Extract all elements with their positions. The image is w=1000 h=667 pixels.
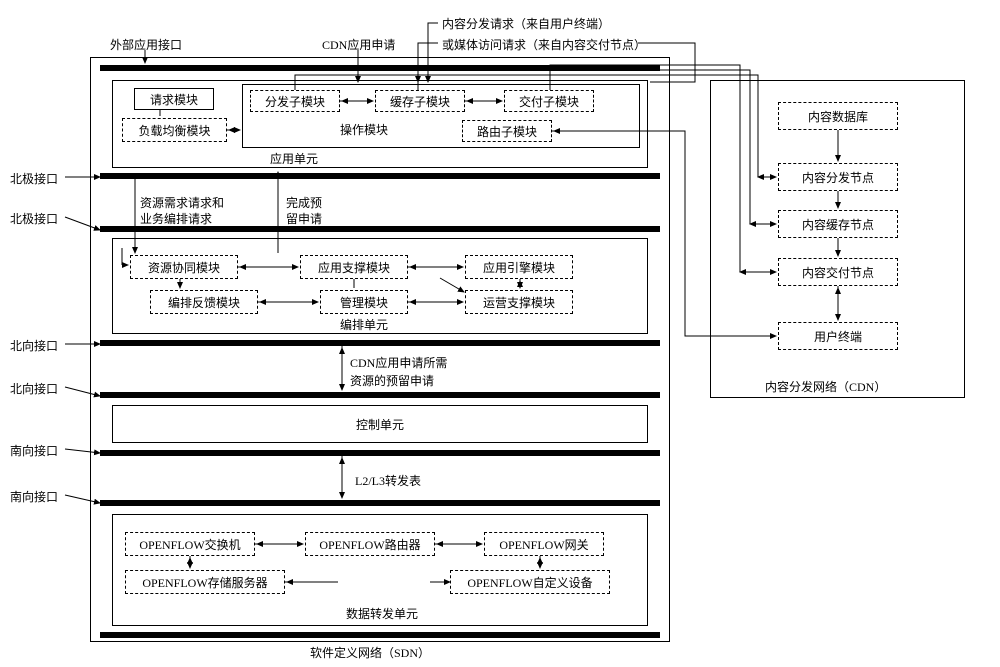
- bar-8: [100, 632, 660, 638]
- l2l3-label: L2/L3转发表: [355, 472, 421, 489]
- mgmt-module: 管理模块: [320, 290, 408, 314]
- app-engine-label: 应用引擎模块: [483, 259, 555, 276]
- media-access-req-label: 或媒体访问请求（来自内容交付节点）: [442, 36, 646, 53]
- of-gateway-label: OPENFLOW网关: [499, 536, 588, 553]
- operation-module-title: 操作模块: [340, 121, 388, 138]
- content-db-label: 内容数据库: [808, 108, 868, 125]
- cdn-title: 内容分发网络（CDN）: [765, 378, 886, 395]
- cdn-reserve-label-1: CDN应用申请所需: [350, 354, 447, 371]
- ops-support-module: 运营支撑模块: [465, 290, 573, 314]
- complete-reserve-label1: 完成预: [286, 194, 322, 211]
- sdn-title: 软件定义网络（SDN）: [310, 644, 430, 661]
- bar-5: [100, 392, 660, 398]
- northbound-label-1: 北向接口: [10, 337, 58, 354]
- resource-coop-label: 资源协同模块: [148, 259, 220, 276]
- user-terminal: 用户终端: [778, 322, 898, 350]
- cache-sub-module: 缓存子模块: [375, 90, 465, 112]
- dispatch-sub-module: 分发子模块: [250, 90, 340, 112]
- request-module: 请求模块: [134, 88, 214, 110]
- complete-reserve-label2: 留申请: [286, 210, 322, 227]
- of-storage-label: OPENFLOW存储服务器: [142, 574, 267, 591]
- user-terminal-label: 用户终端: [814, 328, 862, 345]
- external-interface-label: 外部应用接口: [110, 36, 182, 53]
- bar-4: [100, 340, 660, 346]
- content-db: 内容数据库: [778, 102, 898, 130]
- app-unit-title: 应用单元: [270, 150, 318, 167]
- orchestration-req-label: 业务编排请求: [140, 210, 212, 227]
- northbound-label-2: 北向接口: [10, 380, 58, 397]
- content-dist-req-label: 内容分发请求（来自用户终端）: [442, 15, 610, 32]
- route-sub-label: 路由子模块: [477, 123, 537, 140]
- deliver-node-label: 内容交付节点: [802, 264, 874, 281]
- dispatch-sub-label: 分发子模块: [265, 93, 325, 110]
- dist-node: 内容分发节点: [778, 163, 898, 191]
- of-router: OPENFLOW路由器: [305, 532, 435, 556]
- north-pole-label-2: 北极接口: [10, 210, 58, 227]
- dist-node-label: 内容分发节点: [802, 169, 874, 186]
- of-gateway: OPENFLOW网关: [484, 532, 604, 556]
- deliver-sub-label: 交付子模块: [519, 93, 579, 110]
- of-storage: OPENFLOW存储服务器: [125, 570, 285, 594]
- control-unit: 控制单元: [112, 405, 648, 443]
- north-pole-label-1: 北极接口: [10, 170, 58, 187]
- southbound-label-1: 南向接口: [10, 442, 58, 459]
- resource-coop-module: 资源协同模块: [130, 255, 238, 279]
- cache-node-label: 内容缓存节点: [802, 216, 874, 233]
- bar-7: [100, 500, 660, 506]
- request-module-label: 请求模块: [150, 91, 198, 108]
- app-support-label: 应用支撑模块: [318, 259, 390, 276]
- orch-unit-title: 编排单元: [340, 316, 388, 333]
- resource-demand-label: 资源需求请求和: [140, 194, 224, 211]
- app-engine-module: 应用引擎模块: [465, 255, 573, 279]
- of-switch-label: OPENFLOW交换机: [139, 536, 240, 553]
- route-sub-module: 路由子模块: [462, 120, 552, 142]
- cache-node: 内容缓存节点: [778, 210, 898, 238]
- bar-1: [100, 65, 660, 71]
- cdn-reserve-label-2: 资源的预留申请: [350, 372, 434, 389]
- cache-sub-label: 缓存子模块: [390, 93, 450, 110]
- of-router-label: OPENFLOW路由器: [319, 536, 420, 553]
- forward-unit-title: 数据转发单元: [346, 605, 418, 622]
- app-support-module: 应用支撑模块: [300, 255, 408, 279]
- of-switch: OPENFLOW交换机: [125, 532, 255, 556]
- of-custom: OPENFLOW自定义设备: [450, 570, 610, 594]
- bar-2: [100, 173, 660, 179]
- orch-feedback-module: 编排反馈模块: [150, 290, 258, 314]
- load-balance-label: 负载均衡模块: [138, 122, 210, 139]
- control-unit-label: 控制单元: [356, 416, 404, 433]
- ops-support-label: 运营支撑模块: [483, 294, 555, 311]
- mgmt-label: 管理模块: [340, 294, 388, 311]
- southbound-label-2: 南向接口: [10, 488, 58, 505]
- orch-feedback-label: 编排反馈模块: [168, 294, 240, 311]
- cdn-app-request-label: CDN应用申请: [322, 36, 395, 53]
- load-balance-module: 负载均衡模块: [122, 118, 227, 142]
- deliver-node: 内容交付节点: [778, 258, 898, 286]
- bar-6: [100, 450, 660, 456]
- of-custom-label: OPENFLOW自定义设备: [467, 574, 592, 591]
- deliver-sub-module: 交付子模块: [504, 90, 594, 112]
